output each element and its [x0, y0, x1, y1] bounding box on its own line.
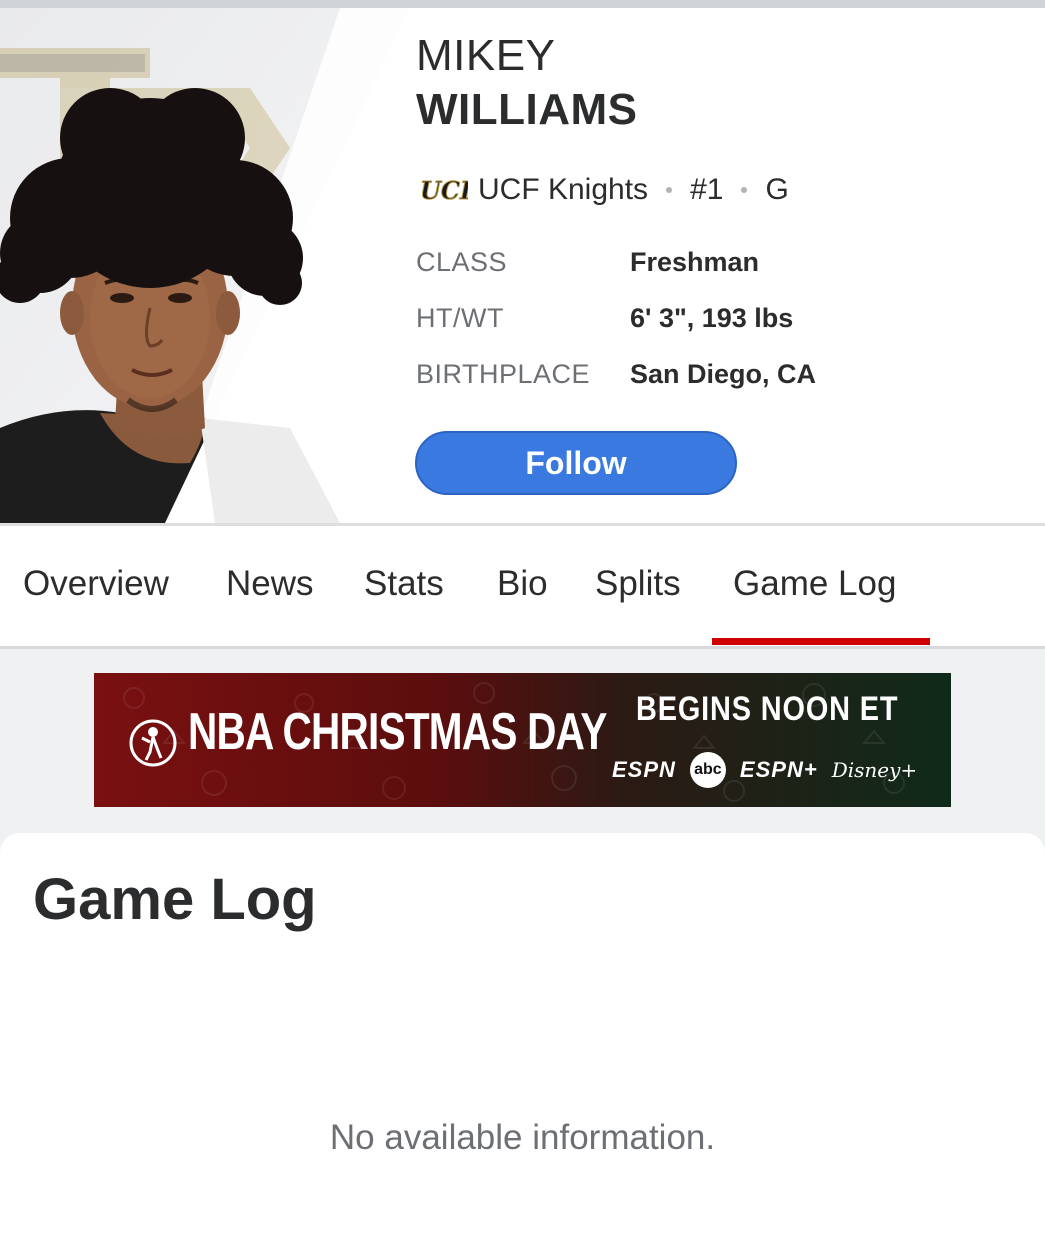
svg-text:UCF: UCF [420, 176, 468, 205]
bio-value: 6' 3", 193 lbs [630, 302, 794, 333]
tab-bio[interactable]: Bio [497, 564, 548, 604]
empty-state-message: No available information. [329, 1118, 716, 1157]
bio-label: HT/WT [416, 302, 504, 333]
bio-value: Freshman [630, 246, 760, 277]
separator-dot [741, 187, 748, 193]
ad-brands: ESPN abc ESPN+ Disney+ [612, 752, 917, 788]
tab-news[interactable]: News [226, 564, 314, 604]
ucf-team-logo-icon[interactable]: UCF [416, 172, 480, 208]
player-header: MIKEY WILLIAMS UCF UCF Knights #1 G CLAS… [0, 8, 1045, 523]
tab-game-log[interactable]: Game Log [733, 564, 896, 604]
ad-title: NBA CHRISTMAS DAY [188, 703, 607, 761]
bio-label: CLASS [416, 246, 508, 277]
espn-plus-logo-icon: ESPN+ [739, 757, 818, 782]
bio-label: BIRTHPLACE [416, 358, 591, 389]
espn-logo-icon: ESPN [612, 757, 676, 782]
player-photo [0, 8, 410, 523]
nba-logo-icon [129, 719, 177, 767]
abc-logo-icon: abc [689, 752, 726, 788]
separator-dot [666, 187, 673, 193]
tab-splits[interactable]: Splits [595, 564, 681, 604]
team-line: UCF UCF Knights #1 G [416, 168, 1016, 212]
top-border [0, 0, 1045, 8]
player-last-name: WILLIAMS [416, 85, 638, 134]
tab-bar: Overview News Stats Bio Splits Game Log [0, 526, 1045, 646]
bio-row-birthplace: BIRTHPLACE San Diego, CA [416, 346, 1016, 402]
active-tab-indicator [712, 638, 930, 645]
player-info: MIKEY WILLIAMS UCF UCF Knights #1 G CLAS… [416, 30, 1016, 402]
bio-value: San Diego, CA [630, 358, 817, 389]
bio-row-htwt: HT/WT 6' 3", 193 lbs [416, 290, 1016, 346]
player-position: G [765, 173, 789, 206]
ad-subtitle: BEGINS NOON ET [636, 690, 899, 728]
follow-button[interactable]: Follow [415, 431, 737, 495]
bio-table: CLASS Freshman HT/WT 6' 3", 193 lbs BIRT… [416, 234, 1016, 402]
tab-overview[interactable]: Overview [23, 564, 169, 604]
disney-plus-logo-icon: Disney+ [831, 758, 918, 782]
jersey-number: #1 [690, 173, 724, 206]
bio-row-class: CLASS Freshman [416, 234, 1016, 290]
player-first-name: MIKEY [416, 31, 556, 80]
tab-stats[interactable]: Stats [364, 564, 444, 604]
game-log-title: Game Log [33, 867, 317, 932]
team-name[interactable]: UCF Knights [478, 173, 648, 207]
